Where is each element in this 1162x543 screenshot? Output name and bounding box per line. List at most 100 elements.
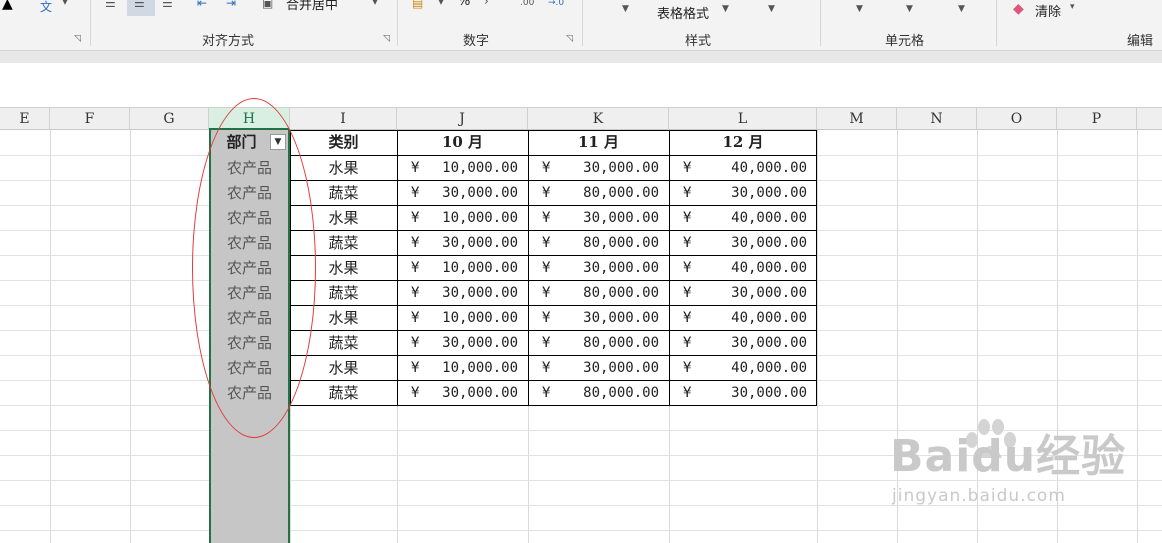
- column-header-l[interactable]: L: [669, 108, 817, 130]
- align-right-icon[interactable]: ☰: [162, 0, 173, 10]
- font-color-icon[interactable]: ▲: [2, 0, 13, 12]
- eraser-icon[interactable]: ◆: [1013, 1, 1024, 17]
- align-center-icon[interactable]: ☰: [134, 0, 145, 10]
- column-header-blank[interactable]: [1137, 108, 1162, 130]
- column-header-m[interactable]: M: [817, 108, 897, 130]
- clear-button[interactable]: 清除: [1035, 1, 1061, 20]
- cell-amount-m11[interactable]: ¥80,000.00: [528, 331, 669, 356]
- cell-amount-m11[interactable]: ¥80,000.00: [528, 281, 669, 306]
- comma-style-icon[interactable]: ›: [484, 0, 489, 8]
- cell-amount-m12[interactable]: ¥40,000.00: [669, 306, 817, 331]
- cell-amount-m10[interactable]: ¥30,000.00: [397, 281, 528, 306]
- cell-amount-m10[interactable]: ¥10,000.00: [397, 356, 528, 381]
- column-header-i[interactable]: I: [290, 108, 397, 130]
- cell-amount-m12[interactable]: ¥40,000.00: [669, 156, 817, 181]
- table-border: [290, 155, 817, 156]
- cell-amount-m10[interactable]: ¥10,000.00: [397, 306, 528, 331]
- group-separator: [996, 0, 997, 46]
- cell-amount-m10[interactable]: ¥10,000.00: [397, 156, 528, 181]
- cell-amount-m10[interactable]: ¥30,000.00: [397, 181, 528, 206]
- chevron-down-icon[interactable]: ▼: [958, 4, 965, 14]
- amount-value: 30,000.00: [583, 310, 659, 326]
- amount-value: 80,000.00: [583, 385, 659, 401]
- currency-symbol: ¥: [542, 260, 551, 276]
- indent-decrease-icon[interactable]: ⇤: [197, 0, 207, 10]
- dialog-launcher-icon[interactable]: ◹: [383, 34, 390, 44]
- cell-amount-m11[interactable]: ¥30,000.00: [528, 206, 669, 231]
- column-header-n[interactable]: N: [897, 108, 977, 130]
- column-header-f[interactable]: F: [50, 108, 130, 130]
- cell-amount-m11[interactable]: ¥30,000.00: [528, 306, 669, 331]
- decrease-decimal-icon[interactable]: →.0: [548, 0, 564, 8]
- chevron-down-icon[interactable]: ▾: [372, 0, 378, 8]
- chevron-down-icon[interactable]: ▾: [1070, 2, 1075, 12]
- cell-amount-m12[interactable]: ¥30,000.00: [669, 181, 817, 206]
- column-header-j[interactable]: J: [397, 108, 528, 130]
- cell-amount-m11[interactable]: ¥30,000.00: [528, 356, 669, 381]
- column-header-p[interactable]: P: [1057, 108, 1137, 130]
- cell-amount-m12[interactable]: ¥40,000.00: [669, 356, 817, 381]
- column-header-k[interactable]: K: [528, 108, 669, 130]
- column-header-o[interactable]: O: [977, 108, 1057, 130]
- merge-center-button[interactable]: 合并居中: [286, 0, 338, 13]
- table-border: [290, 330, 817, 331]
- amount-value: 40,000.00: [731, 210, 807, 226]
- table-format-button[interactable]: 表格格式: [657, 3, 709, 22]
- header-category[interactable]: 类别: [290, 130, 397, 155]
- amount-value: 10,000.00: [442, 310, 518, 326]
- cell-amount-m12[interactable]: ¥30,000.00: [669, 281, 817, 306]
- table-border: [290, 130, 817, 131]
- cell-amount-m10[interactable]: ¥10,000.00: [397, 206, 528, 231]
- cell-amount-m11[interactable]: ¥30,000.00: [528, 156, 669, 181]
- cell-amount-m12[interactable]: ¥30,000.00: [669, 381, 817, 406]
- dialog-launcher-icon[interactable]: ◹: [566, 34, 573, 44]
- column-header-g[interactable]: G: [130, 108, 209, 130]
- chevron-down-icon[interactable]: ▼: [856, 4, 863, 14]
- amount-value: 30,000.00: [731, 285, 807, 301]
- cell-amount-m10[interactable]: ¥30,000.00: [397, 381, 528, 406]
- chevron-down-icon[interactable]: ▾: [438, 0, 444, 8]
- table-border: [669, 130, 670, 406]
- cell-amount-m12[interactable]: ¥30,000.00: [669, 331, 817, 356]
- cell-amount-m10[interactable]: ¥30,000.00: [397, 231, 528, 256]
- increase-decimal-icon[interactable]: .00: [520, 0, 534, 8]
- amount-value: 30,000.00: [442, 185, 518, 201]
- header-oct[interactable]: 10 月: [397, 130, 528, 155]
- cell-category[interactable]: 蔬菜: [290, 381, 397, 406]
- cell-amount-m12[interactable]: ¥30,000.00: [669, 231, 817, 256]
- dialog-launcher-icon[interactable]: ◹: [74, 34, 81, 44]
- amount-value: 30,000.00: [731, 335, 807, 351]
- cell-amount-m12[interactable]: ¥40,000.00: [669, 256, 817, 281]
- chevron-down-icon[interactable]: ▼: [722, 4, 729, 14]
- currency-icon[interactable]: ▤: [412, 0, 423, 10]
- table-border: [290, 380, 817, 381]
- currency-symbol: ¥: [683, 310, 692, 326]
- cell-amount-m10[interactable]: ¥30,000.00: [397, 331, 528, 356]
- table-border: [290, 180, 817, 181]
- align-left-icon[interactable]: ☰: [105, 0, 116, 10]
- merge-icon[interactable]: ▣: [262, 0, 273, 10]
- cell-amount-m11[interactable]: ¥30,000.00: [528, 256, 669, 281]
- cell-amount-m12[interactable]: ¥40,000.00: [669, 206, 817, 231]
- header-dec[interactable]: 12 月: [669, 130, 817, 155]
- amount-value: 10,000.00: [442, 260, 518, 276]
- amount-value: 10,000.00: [442, 210, 518, 226]
- gridline-horizontal: [0, 530, 1162, 531]
- cell-amount-m11[interactable]: ¥80,000.00: [528, 181, 669, 206]
- cell-amount-m11[interactable]: ¥80,000.00: [528, 381, 669, 406]
- cell-amount-m11[interactable]: ¥80,000.00: [528, 231, 669, 256]
- currency-symbol: ¥: [542, 210, 551, 226]
- phonetic-icon[interactable]: 文: [40, 0, 52, 15]
- chevron-down-icon[interactable]: ▼: [768, 4, 775, 14]
- header-nov[interactable]: 11 月: [528, 130, 669, 155]
- table-border: [290, 305, 817, 306]
- indent-increase-icon[interactable]: ⇥: [226, 0, 236, 10]
- chevron-down-icon[interactable]: ▼: [906, 4, 913, 14]
- column-header-e[interactable]: E: [0, 108, 50, 130]
- chevron-down-icon[interactable]: ▾: [62, 0, 68, 8]
- currency-symbol: ¥: [542, 285, 551, 301]
- percent-button[interactable]: %: [458, 0, 470, 9]
- chevron-down-icon[interactable]: ▼: [622, 4, 629, 14]
- cell-amount-m10[interactable]: ¥10,000.00: [397, 256, 528, 281]
- formula-bar-area[interactable]: [0, 63, 1162, 108]
